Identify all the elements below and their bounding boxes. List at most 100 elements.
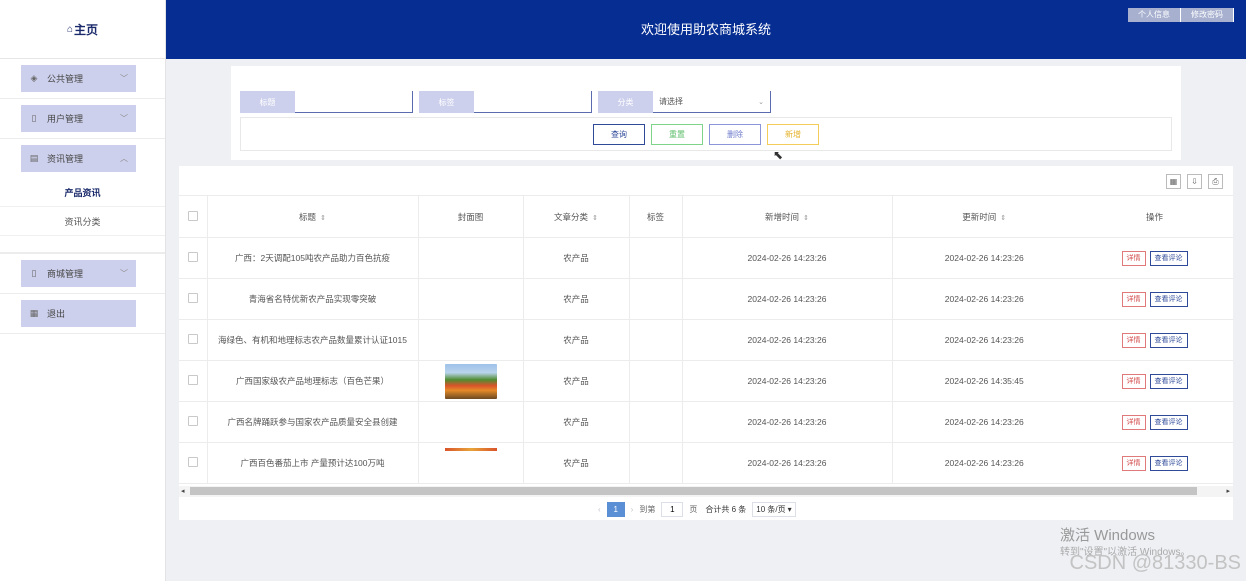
layers-icon: ◈ — [30, 73, 38, 83]
delete-button[interactable]: 删除 — [709, 123, 761, 145]
table-toolbar: ▦ ⇩ ⎙ — [1160, 174, 1223, 189]
row-checkbox[interactable] — [187, 375, 198, 385]
chevron-down-icon: ▾ — [787, 504, 792, 514]
view-comments-button[interactable]: 查看评论 — [1149, 291, 1188, 307]
sidebar-item-news[interactable]: ▤ 资讯管理 ︿ — [21, 145, 136, 172]
row-cover — [418, 278, 524, 320]
windows-activation-watermark: 激活 Windows — [1060, 527, 1156, 544]
page-number-current[interactable]: 1 — [606, 501, 625, 517]
sidebar-item-public[interactable]: ◈ 公共管理 ﹀ — [21, 65, 136, 92]
page-size-select[interactable]: 10 条/页 ▾ — [752, 501, 796, 517]
row-checkbox[interactable] — [187, 252, 198, 262]
column-header-category[interactable]: 文章分类 ⇕ — [523, 195, 630, 238]
export-icon[interactable]: ⇩ — [1187, 174, 1202, 189]
detail-button[interactable]: 详情 — [1121, 373, 1146, 389]
category-filter-label: 分类 — [598, 91, 653, 113]
column-header-tag: 标签 — [629, 195, 683, 238]
sidebar-subitem-product-news[interactable]: 产品资讯 — [0, 178, 165, 207]
detail-button[interactable]: 详情 — [1121, 414, 1146, 430]
query-button[interactable]: 查询 — [593, 123, 645, 145]
total-count: 合计共 6 条 — [705, 504, 747, 514]
sidebar-item-shop[interactable]: ▯ 商城管理 ﹀ — [21, 260, 136, 287]
page-title: 欢迎使用助农商城系统 — [640, 22, 771, 37]
chevron-up-icon: ︿ — [120, 154, 128, 163]
row-title: 广西国家级农产品地理标志（百色芒果） — [207, 360, 419, 402]
exit-icon: ▦ — [29, 308, 39, 318]
row-title: 青海省名特优新农产品实现零突破 — [207, 278, 419, 320]
row-updated: 2024-02-26 14:35:45 — [892, 360, 1076, 402]
profile-button[interactable]: 个人信息 — [1128, 8, 1181, 22]
category-select[interactable]: 请选择 ⌄ — [653, 91, 771, 113]
reset-button[interactable]: 重置 — [651, 123, 703, 145]
row-tag — [629, 360, 683, 402]
list-icon: ▤ — [29, 153, 39, 163]
print-icon[interactable]: ⎙ — [1208, 174, 1223, 189]
chevron-down-icon: ﹀ — [120, 74, 128, 83]
detail-button[interactable]: 详情 — [1121, 455, 1146, 471]
row-title: 海绿色、有机和地理标志农产品数量累计认证1015 — [207, 319, 419, 361]
title-filter-input[interactable] — [295, 91, 413, 113]
scroll-left-icon[interactable]: ◂ — [181, 487, 185, 495]
next-page-icon[interactable]: › — [631, 505, 634, 514]
sidebar-item-label: 退出 — [47, 309, 66, 319]
search-actions: 查询 重置 删除 新增 — [240, 117, 1172, 151]
prev-page-icon[interactable]: ‹ — [598, 505, 601, 514]
row-checkbox[interactable] — [187, 334, 198, 344]
column-header-updated[interactable]: 更新时间 ⇕ — [892, 195, 1076, 238]
add-button[interactable]: 新增 — [767, 123, 819, 145]
detail-button[interactable]: 详情 — [1121, 332, 1146, 348]
row-created: 2024-02-26 14:23:26 — [682, 401, 893, 443]
table-row: 广西名牌踊跃参与国家农产品质量安全县创建 农产品 2024-02-26 14:23:… — [179, 401, 1233, 443]
detail-button[interactable]: 详情 — [1121, 291, 1146, 307]
tag-filter-input[interactable] — [474, 91, 592, 113]
logo-label: 主页 — [74, 22, 99, 37]
home-link[interactable]: ⌂ 主页 — [0, 0, 165, 59]
row-cover — [418, 442, 524, 484]
view-comments-button[interactable]: 查看评论 — [1149, 414, 1188, 430]
row-title: 广西名牌踊跃参与国家农产品质量安全县创建 — [207, 401, 419, 443]
sidebar-item-label: 用户管理 — [47, 114, 84, 124]
change-password-button[interactable]: 修改密码 — [1181, 8, 1234, 22]
row-checkbox[interactable] — [187, 293, 198, 303]
row-tag — [629, 319, 683, 361]
row-category: 农产品 — [523, 278, 630, 320]
view-comments-button[interactable]: 查看评论 — [1149, 250, 1188, 266]
row-actions: 详情 查看评论 — [1076, 237, 1233, 279]
sidebar-item-users[interactable]: ▯ 用户管理 ﹀ — [21, 105, 136, 132]
row-category: 农产品 — [523, 319, 630, 361]
view-comments-button[interactable]: 查看评论 — [1149, 332, 1188, 348]
chevron-down-icon: ﹀ — [120, 114, 128, 123]
tag-filter-label: 标签 — [419, 91, 474, 113]
column-header-title[interactable]: 标题 ⇕ — [207, 195, 419, 238]
row-cover — [418, 237, 524, 279]
row-title: 广西：2天调配105吨农产品助力百色抗疫 — [207, 237, 419, 279]
row-updated: 2024-02-26 14:23:26 — [892, 237, 1076, 279]
row-cover — [418, 401, 524, 443]
goto-page-input[interactable] — [661, 501, 684, 517]
view-comments-button[interactable]: 查看评论 — [1149, 373, 1188, 389]
csdn-watermark: CSDN @81330-BS — [1069, 552, 1241, 574]
select-all-checkbox[interactable] — [187, 210, 198, 221]
sidebar-item-logout[interactable]: ▦ 退出 — [21, 300, 136, 327]
table-header-row: 标题 ⇕ 封面图 文章分类 ⇕ 标签 新增时间 ⇕ 更新时间 ⇕ 操作 — [179, 195, 1233, 238]
row-updated: 2024-02-26 14:23:26 — [892, 442, 1076, 484]
columns-icon[interactable]: ▦ — [1166, 174, 1181, 189]
row-tag — [629, 401, 683, 443]
cover-image — [444, 447, 497, 451]
detail-button[interactable]: 详情 — [1121, 250, 1146, 266]
sort-icon: ⇕ — [1000, 214, 1007, 222]
page-size-value: 10 条/页 — [756, 504, 786, 514]
search-panel: 标题 标签 分类 请选择 ⌄ 查询 重置 删除 新增 ⬉ — [231, 66, 1181, 162]
table-row: 广西：2天调配105吨农产品助力百色抗疫 农产品 2024-02-26 14:23:… — [179, 237, 1233, 279]
sidebar-subitem-news-category[interactable]: 资讯分类 — [0, 207, 165, 236]
view-comments-button[interactable]: 查看评论 — [1149, 455, 1188, 471]
row-updated: 2024-02-26 14:23:26 — [892, 401, 1076, 443]
horizontal-scrollbar[interactable]: ◂ ▸ — [179, 486, 1233, 497]
scroll-right-icon[interactable]: ▸ — [1226, 487, 1230, 495]
row-checkbox[interactable] — [187, 457, 198, 467]
row-checkbox[interactable] — [187, 416, 198, 426]
row-created: 2024-02-26 14:23:26 — [682, 360, 893, 402]
column-header-created[interactable]: 新增时间 ⇕ — [682, 195, 893, 238]
scrollbar-thumb[interactable] — [190, 487, 1197, 495]
row-actions: 详情 查看评论 — [1076, 319, 1233, 361]
